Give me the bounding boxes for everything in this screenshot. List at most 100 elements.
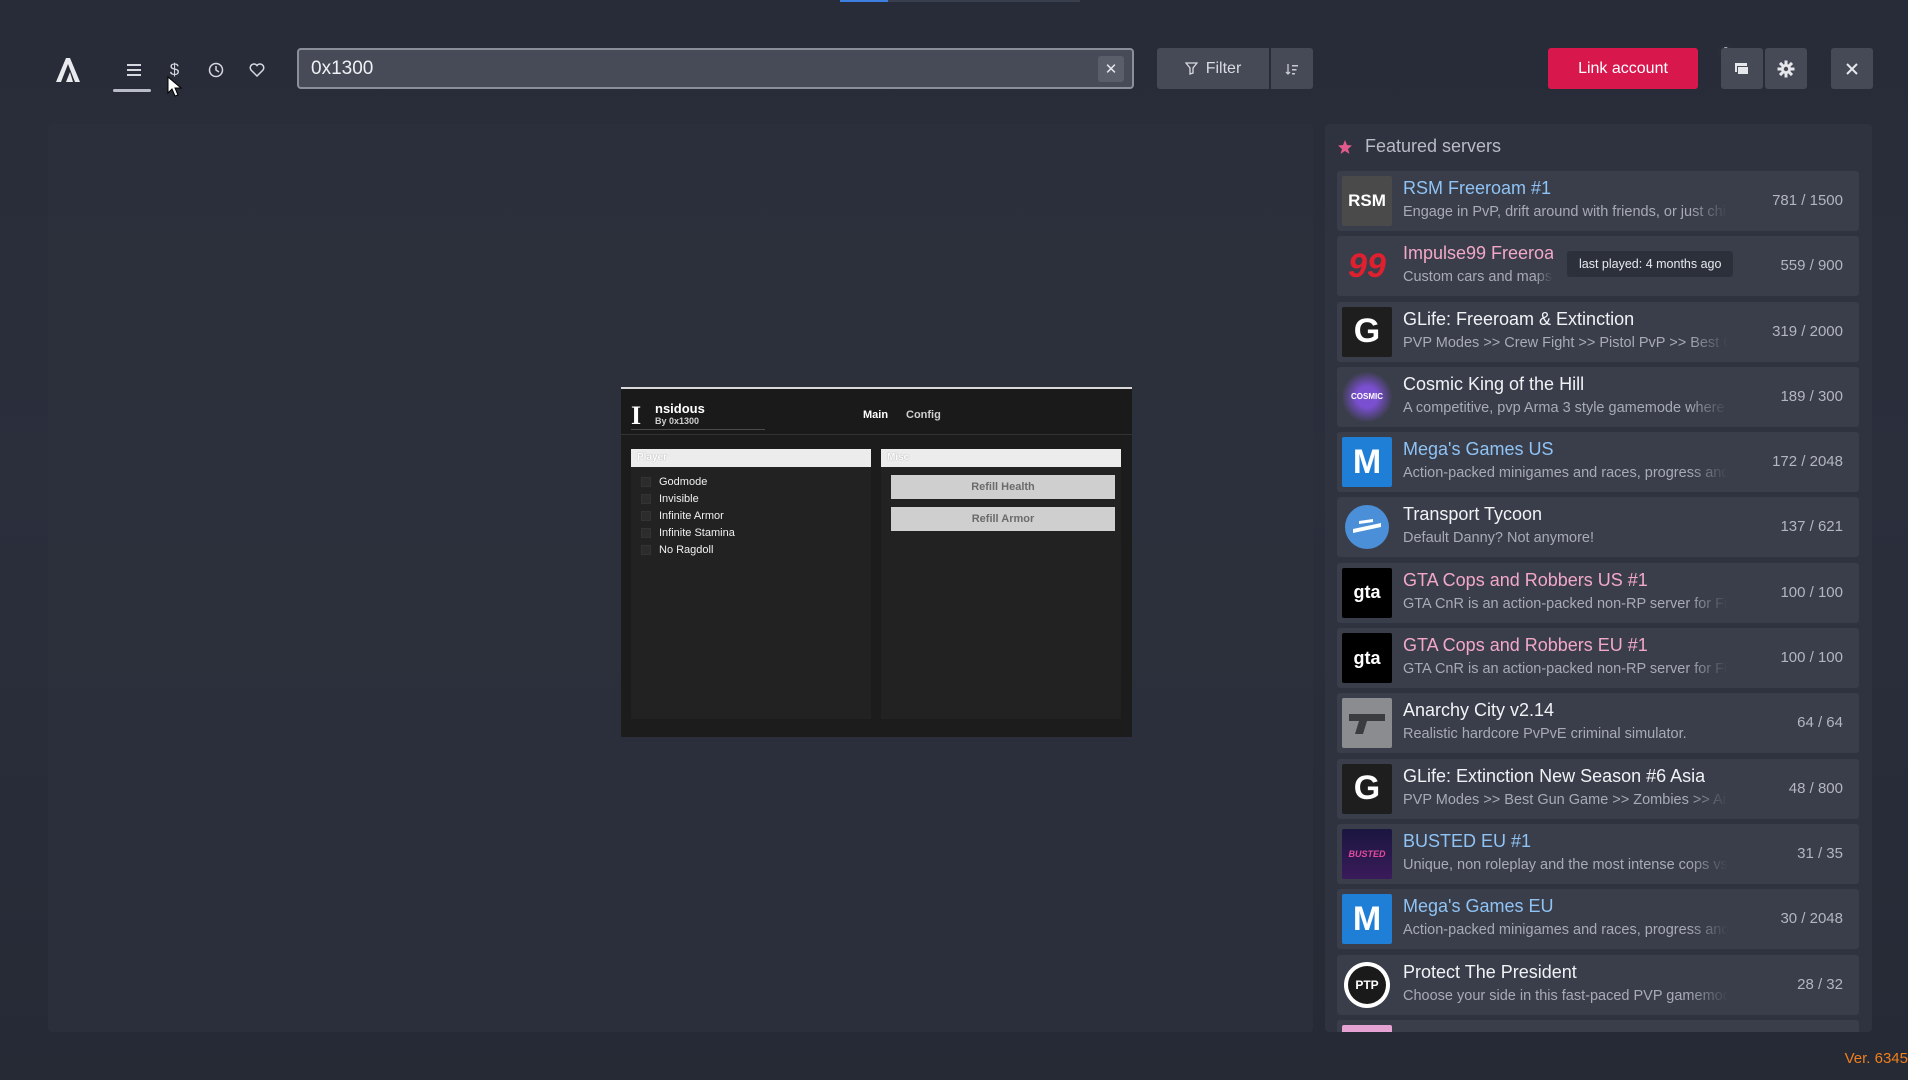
server-logo: RSM bbox=[1342, 176, 1392, 226]
filter-button[interactable]: Filter bbox=[1157, 48, 1269, 89]
server-logo: M bbox=[1342, 894, 1392, 945]
list-item: Godmode bbox=[631, 473, 871, 490]
chat-icon bbox=[1735, 62, 1749, 75]
mouse-cursor-icon bbox=[167, 76, 183, 97]
server-player-count: 30 / 2048 bbox=[1780, 910, 1843, 928]
server-row-rsm-freeroam[interactable]: RSM RSM Freeroam #1 Engage in PvP, drift… bbox=[1337, 171, 1859, 231]
heart-icon[interactable] bbox=[236, 52, 277, 88]
server-player-count: 137 / 621 bbox=[1780, 518, 1843, 536]
preview-tab-main: Main bbox=[863, 409, 889, 421]
featured-server-list: RSM RSM Freeroam #1 Engage in PvP, drift… bbox=[1337, 171, 1859, 1032]
clear-search-icon[interactable]: ✕ bbox=[1098, 55, 1124, 82]
sort-button[interactable] bbox=[1271, 48, 1313, 89]
search-input[interactable] bbox=[311, 57, 1098, 80]
clock-icon[interactable] bbox=[195, 52, 236, 88]
featured-title: Featured servers bbox=[1365, 136, 1502, 156]
server-logo: gta bbox=[1342, 633, 1392, 684]
mod-menu-preview: I nsidous By 0x1300 Main Config Player G… bbox=[621, 387, 1132, 737]
server-name: Mega's Games US bbox=[1403, 439, 1554, 460]
server-description: PVP Modes >> Best Gun Game >> Zombies >>… bbox=[1403, 791, 1728, 808]
misc-header: Misc bbox=[881, 449, 1121, 467]
refill-health-button: Refill Health bbox=[891, 475, 1115, 499]
server-player-count: 31 / 35 bbox=[1797, 844, 1843, 862]
server-description: Realistic hardcore PvPvE criminal simula… bbox=[1403, 726, 1687, 743]
link-account-button[interactable]: Link account bbox=[1548, 48, 1698, 89]
server-player-count: 319 / 2000 bbox=[1772, 322, 1843, 340]
server-player-count: 100 / 100 bbox=[1780, 649, 1843, 667]
server-row-anarchy-city[interactable]: Anarchy City v2.14 Realistic hardcore Pv… bbox=[1337, 693, 1859, 754]
server-row-cosmic-koth[interactable]: COSMIC Cosmic King of the Hill A competi… bbox=[1337, 366, 1859, 427]
server-description: GTA CnR is an action-packed non-RP serve… bbox=[1403, 595, 1728, 612]
server-description: Custom cars and maps bbox=[1403, 269, 1553, 286]
server-description: Default Danny? Not anymore! bbox=[1403, 530, 1595, 547]
server-player-count: 28 / 32 bbox=[1797, 975, 1843, 993]
server-name: GTA Cops and Robbers EU #1 bbox=[1403, 635, 1648, 656]
app-logo-icon[interactable] bbox=[52, 54, 84, 86]
server-name: GLife: Extinction New Season #6 Asia bbox=[1403, 765, 1706, 786]
ptp-logo-text: PTP bbox=[1348, 965, 1386, 1004]
list-item: Invisible bbox=[631, 490, 871, 507]
server-logo bbox=[1342, 1024, 1392, 1032]
server-name: GLife: Freeroam & Extinction bbox=[1403, 308, 1635, 329]
preview-tab-config: Config bbox=[906, 409, 941, 421]
server-name: Anarchy City v2.14 bbox=[1403, 700, 1555, 721]
server-player-count: 172 / 2048 bbox=[1772, 453, 1843, 471]
server-name: Protect The President bbox=[1403, 961, 1577, 982]
server-row-gta-cnr-us[interactable]: gta GTA Cops and Robbers US #1 GTA CnR i… bbox=[1337, 562, 1859, 623]
server-logo: PTP bbox=[1342, 959, 1392, 1010]
close-button[interactable] bbox=[1831, 48, 1873, 89]
list-item: Infinite Armor bbox=[631, 507, 871, 524]
sort-icon bbox=[1285, 63, 1298, 75]
server-logo: 99 bbox=[1342, 241, 1392, 292]
server-row-glife-extinction-asia[interactable]: G GLife: Extinction New Season #6 Asia P… bbox=[1337, 758, 1859, 819]
server-logo: BUSTED bbox=[1342, 828, 1392, 879]
server-description: A competitive, pvp Arma 3 style gamemode… bbox=[1403, 399, 1725, 416]
server-description: Action-packed minigames and races, progr… bbox=[1403, 465, 1728, 482]
server-description: Action-packed minigames and races, progr… bbox=[1403, 922, 1728, 939]
server-description: PVP Modes >> Crew Fight >> Pistol PvP >>… bbox=[1403, 334, 1728, 351]
list-item: No Ragdoll bbox=[631, 541, 871, 558]
notifications-button[interactable] bbox=[1721, 48, 1763, 89]
star-icon bbox=[1338, 139, 1352, 154]
server-name: RSM Freeroam #1 bbox=[1403, 178, 1552, 198]
server-player-count: 48 / 800 bbox=[1788, 779, 1843, 797]
server-name: Cosmic King of the Hill bbox=[1403, 373, 1585, 394]
server-logo: G bbox=[1342, 306, 1392, 357]
server-description: Choose your side in this fast-paced PVP … bbox=[1403, 987, 1728, 1004]
preview-logo: I bbox=[631, 401, 642, 430]
server-logo: gta bbox=[1342, 567, 1392, 618]
close-icon bbox=[1846, 62, 1858, 75]
server-description: Unique, non roleplay and the most intens… bbox=[1403, 856, 1728, 873]
server-row-gta-cnr-eu[interactable]: gta GTA Cops and Robbers EU #1 GTA CnR i… bbox=[1337, 628, 1859, 689]
server-row-impulse99[interactable]: 99 Impulse99 Freeroam Custom cars and ma… bbox=[1337, 236, 1859, 297]
server-logo bbox=[1342, 698, 1392, 749]
filter-label: Filter bbox=[1205, 59, 1242, 77]
refill-armor-button: Refill Armor bbox=[891, 507, 1115, 531]
featured-header: Featured servers bbox=[1337, 136, 1501, 157]
server-row-glife-freeroam[interactable]: G GLife: Freeroam & Extinction PVP Modes… bbox=[1337, 301, 1859, 362]
preview-title: nsidous bbox=[655, 401, 705, 416]
server-row-transport-tycoon[interactable]: Transport Tycoon Default Danny? Not anym… bbox=[1337, 497, 1859, 558]
settings-button[interactable] bbox=[1765, 48, 1807, 89]
server-description: Engage in PvP, drift around with friends… bbox=[1403, 204, 1728, 220]
server-row-megas-games-eu[interactable]: M Mega's Games EU Action-packed minigame… bbox=[1337, 889, 1859, 950]
server-logo: G bbox=[1342, 763, 1392, 814]
preview-misc-section: Misc Refill Health Refill Armor bbox=[881, 449, 1121, 719]
server-logo bbox=[1342, 502, 1392, 553]
server-player-count: 100 / 100 bbox=[1780, 583, 1843, 601]
preview-player-section: Player Godmode Invisible Infinite Armor … bbox=[631, 449, 871, 719]
server-logo: COSMIC bbox=[1342, 371, 1392, 422]
server-row-partial[interactable] bbox=[1337, 1019, 1859, 1032]
version-label: Ver. 6345 bbox=[1844, 1050, 1908, 1067]
featured-servers-panel: Featured servers RSM RSM Freeroam #1 Eng… bbox=[1325, 124, 1872, 1032]
server-row-protect-the-president[interactable]: PTP Protect The President Choose your si… bbox=[1337, 954, 1859, 1015]
server-row-megas-games-us[interactable]: M Mega's Games US Action-packed minigame… bbox=[1337, 432, 1859, 493]
server-player-count: 559 / 900 bbox=[1780, 257, 1843, 275]
list-icon[interactable] bbox=[113, 52, 154, 92]
preview-header: I nsidous By 0x1300 Main Config bbox=[621, 389, 1132, 435]
server-player-count: 189 / 300 bbox=[1780, 387, 1843, 405]
server-description: GTA CnR is an action-packed non-RP serve… bbox=[1403, 661, 1728, 678]
player-header: Player bbox=[631, 449, 871, 467]
server-row-busted-eu[interactable]: BUSTED BUSTED EU #1 Unique, non roleplay… bbox=[1337, 823, 1859, 884]
gear-icon bbox=[1777, 60, 1795, 77]
